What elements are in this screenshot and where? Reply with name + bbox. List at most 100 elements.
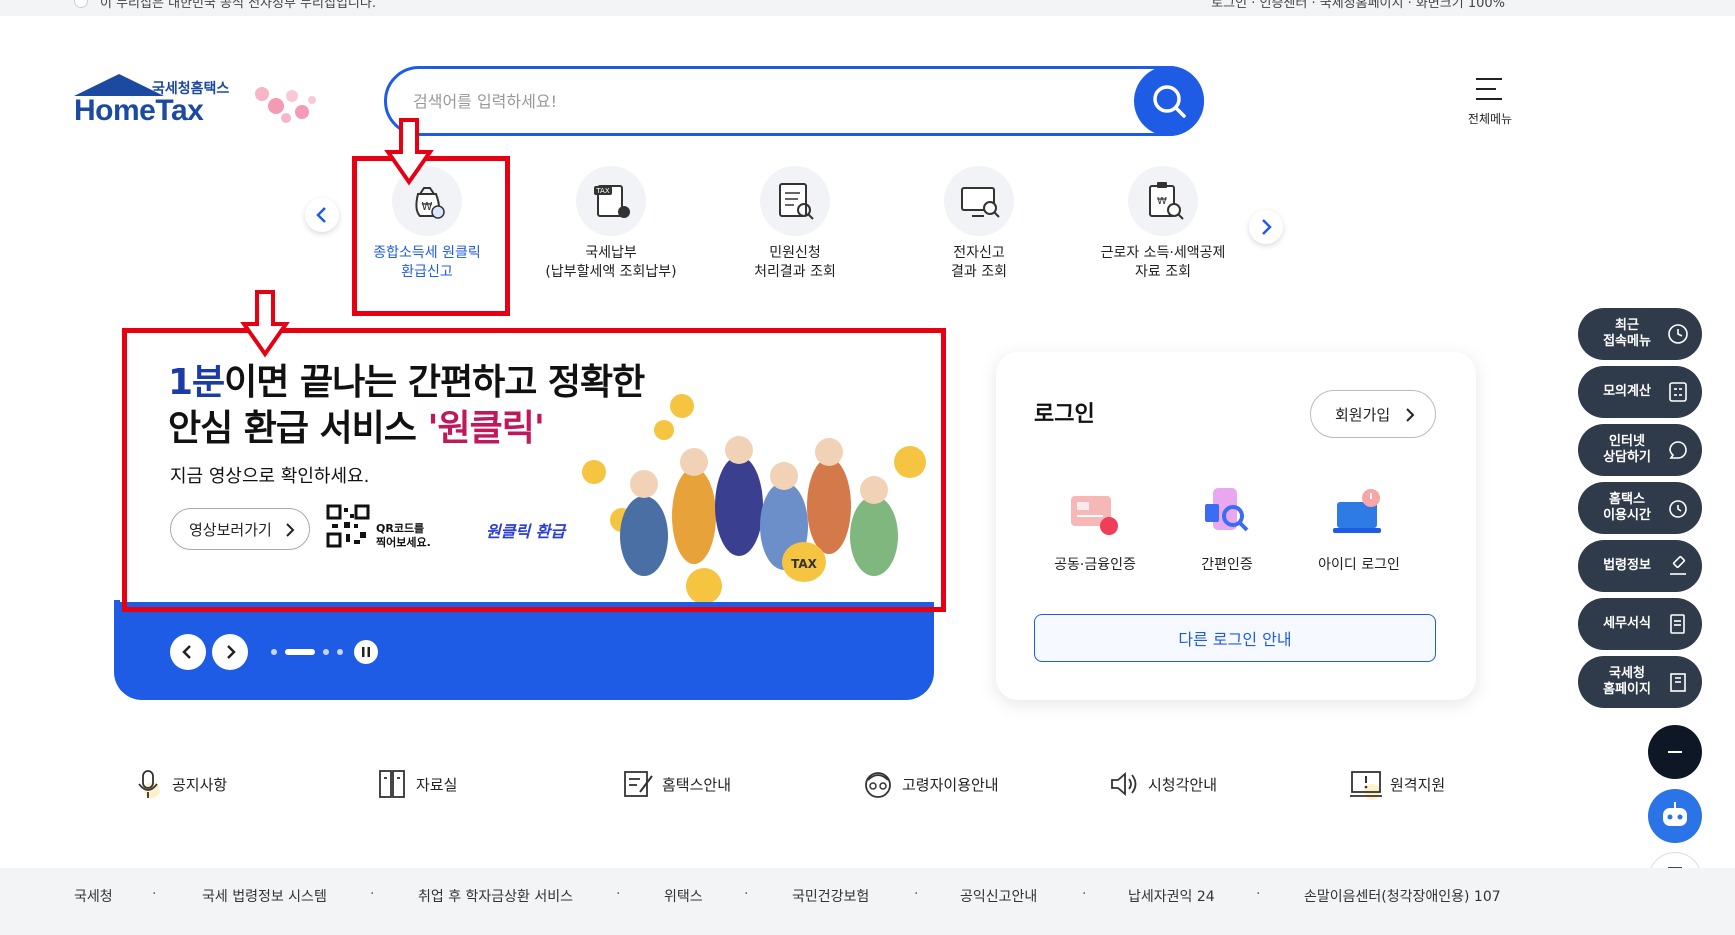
- chevron-right-icon: [227, 645, 236, 659]
- hamburger-icon: [1476, 78, 1502, 100]
- quick-menu-prev-button[interactable]: [305, 198, 339, 232]
- microphone-icon: [138, 770, 160, 798]
- chevron-left-icon: [182, 645, 191, 659]
- footer-link[interactable]: 공익신고안내: [960, 886, 1037, 906]
- phone-search-icon: [1205, 488, 1249, 532]
- login-option-id[interactable]: 아이디 로그인: [1294, 480, 1424, 580]
- float-consult[interactable]: 인터넷 상담하기: [1578, 424, 1702, 476]
- float-tax-forms-label: 세무서식: [1603, 616, 1651, 631]
- float-law-info-label: 법령정보: [1603, 558, 1651, 573]
- banner-pagination[interactable]: [270, 648, 350, 656]
- footer-link[interactable]: 손말이음센터(청각장애인용) 107: [1304, 886, 1501, 906]
- senior-face-icon: [865, 772, 891, 798]
- annotation-arrow-icon: [240, 290, 290, 358]
- annotation-arrow-icon: [384, 118, 434, 186]
- float-mock-calc-label: 모의계산: [1603, 384, 1651, 399]
- guide-document-icon: [624, 771, 653, 797]
- footer-separator: ·: [1082, 886, 1087, 902]
- login-panel: 로그인 회원가입 공동·금융인증 간편인증 아이디 로그인 다른 로그인 안내: [996, 352, 1476, 700]
- chevron-right-icon: [1262, 219, 1272, 235]
- float-tax-forms[interactable]: 세무서식: [1578, 598, 1702, 650]
- calculator-icon: [1669, 382, 1687, 402]
- chevron-right-icon: [1406, 408, 1415, 422]
- shortcut-label: 자료실: [416, 776, 458, 794]
- float-service-hours[interactable]: 홈택스 이용시간: [1578, 482, 1702, 534]
- pagination-dot[interactable]: [337, 649, 343, 655]
- float-recent-label: 최근 접속메뉴: [1603, 318, 1651, 349]
- other-login-guide-button[interactable]: 다른 로그인 안내: [1034, 614, 1436, 662]
- sign-up-button[interactable]: 회원가입: [1310, 390, 1436, 438]
- utility-links[interactable]: 로그인 · 인증센터 · 국세청홈페이지 · 화면크기 100%: [1211, 0, 1505, 11]
- quick-menu-label: 민원신청 처리결과 조회: [754, 245, 836, 280]
- footer-separator: ·: [744, 886, 749, 902]
- shortcut-label: 고령자이용안내: [902, 776, 999, 794]
- shortcut-label: 시청각안내: [1148, 776, 1218, 794]
- float-recent-menu[interactable]: 최근 접속메뉴: [1578, 308, 1702, 360]
- chevron-left-icon: [316, 207, 326, 223]
- building-icon: [1670, 673, 1686, 692]
- quick-menu-item-e-filing-result[interactable]: 전자신고 결과 조회: [894, 166, 1064, 286]
- search-icon: [1153, 85, 1186, 118]
- shortcut-label: 원격지원: [1390, 776, 1446, 794]
- footer-link[interactable]: 납세자권익 24: [1128, 886, 1215, 906]
- float-service-hours-label: 홈택스 이용시간: [1603, 492, 1651, 523]
- clipboard-search-icon: ₩: [1128, 166, 1198, 236]
- top-utility-bar: 이 누리집은 대한민국 공식 전자정부 누리집입니다. 로그인 · 인증센터 ·…: [0, 0, 1735, 16]
- alarm-clock-icon: [1669, 500, 1687, 518]
- pagination-dot[interactable]: [323, 649, 329, 655]
- minus-icon: [1668, 751, 1682, 753]
- quick-menu-label: 근로자 소득·세액공제 자료 조회: [1100, 245, 1226, 280]
- quick-menu-item-tax-payment[interactable]: TAX 국세납부 (납부할세액 조회납부): [526, 166, 696, 286]
- chat-icon: [1669, 441, 1687, 459]
- shortcut-label: 공지사항: [172, 776, 228, 794]
- footer-link[interactable]: 위택스: [664, 886, 703, 906]
- footer-link[interactable]: 국세청: [74, 886, 113, 906]
- clock-icon: [1668, 324, 1688, 344]
- login-option-certificate[interactable]: 공동·금융인증: [1030, 480, 1160, 580]
- footer-separator: ·: [1256, 886, 1261, 902]
- chatbot-button[interactable]: [1648, 789, 1702, 843]
- search-button[interactable]: [1134, 66, 1204, 136]
- login-option-label: 아이디 로그인: [1318, 557, 1400, 573]
- banner-prev-button[interactable]: [170, 634, 206, 670]
- svg-text:₩: ₩: [1157, 196, 1167, 207]
- shortcut-label: 홈택스안내: [662, 776, 732, 794]
- login-option-label: 간편인증: [1201, 557, 1253, 573]
- speaker-icon: [1111, 772, 1137, 796]
- quick-menu-item-deduction-data[interactable]: ₩ 근로자 소득·세액공제 자료 조회: [1078, 166, 1248, 286]
- quick-menu-next-button[interactable]: [1249, 210, 1283, 244]
- gov-notice-text: 이 누리집은 대한민국 공식 전자정부 누리집입니다.: [100, 0, 376, 11]
- footer-link[interactable]: 취업 후 학자금상환 서비스: [418, 886, 573, 906]
- float-nts-homepage-label: 국세청 홈페이지: [1603, 666, 1651, 697]
- pause-icon: [362, 647, 370, 657]
- footer-separator: ·: [914, 886, 919, 902]
- archive-icon: [379, 770, 405, 798]
- robot-icon: [1663, 802, 1687, 826]
- footer-separator: ·: [152, 886, 157, 902]
- search-input[interactable]: [413, 83, 1093, 119]
- float-law-info[interactable]: 법령정보: [1578, 540, 1702, 592]
- login-option-simple[interactable]: 간편인증: [1162, 480, 1292, 580]
- pagination-dot[interactable]: [271, 649, 277, 655]
- all-menu-button[interactable]: 전체메뉴: [1460, 74, 1520, 130]
- annotation-box-banner: [122, 328, 946, 612]
- korea-flag-icon: [74, 0, 88, 8]
- float-nts-homepage[interactable]: 국세청 홈페이지: [1578, 656, 1702, 708]
- login-option-label: 공동·금융인증: [1054, 557, 1136, 573]
- quick-menu-item-civil-result[interactable]: 민원신청 처리결과 조회: [710, 166, 880, 286]
- footer-link[interactable]: 국세 법령정보 시스템: [202, 886, 327, 906]
- banner-next-button[interactable]: [212, 634, 248, 670]
- float-mock-calc[interactable]: 모의계산: [1578, 366, 1702, 418]
- computer-search-icon: [944, 166, 1014, 236]
- pagination-dot-active[interactable]: [285, 649, 315, 655]
- all-menu-label: 전체메뉴: [1467, 112, 1513, 126]
- quick-menu-label: 전자신고 결과 조회: [951, 245, 1007, 280]
- banner-pause-button[interactable]: [354, 640, 378, 664]
- collapse-menu-button[interactable]: [1648, 725, 1702, 779]
- hometax-logo[interactable]: 국세청홈택스 HomeTax: [72, 72, 332, 142]
- remote-monitor-icon: [1350, 771, 1382, 800]
- footer-separator: ·: [370, 886, 375, 902]
- footer-links-bar: 국세청 · 국세 법령정보 시스템 · 취업 후 학자금상환 서비스 · 위택스…: [0, 868, 1735, 935]
- footer-link[interactable]: 국민건강보험: [792, 886, 869, 906]
- svg-text:TAX: TAX: [595, 187, 610, 195]
